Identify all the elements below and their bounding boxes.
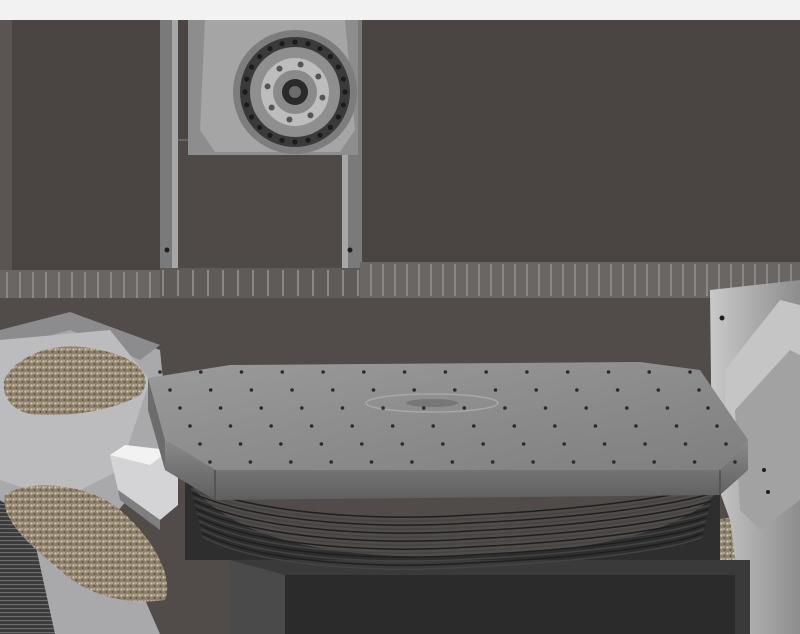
pallet-table [148,362,748,500]
bellows-left [0,270,160,302]
machine-scene [0,0,800,634]
machine-render [0,0,800,634]
top-band [0,0,800,20]
spindle-head [188,20,358,155]
left-wall-edge [0,20,12,280]
bellows-middle [160,268,360,298]
